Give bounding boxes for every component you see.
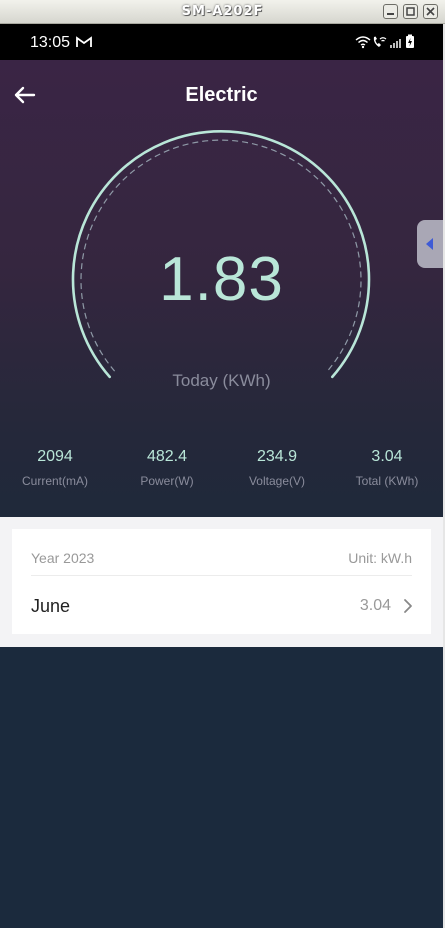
stat-value: 234.9 bbox=[256, 448, 298, 465]
unit-label: Unit: kW.h bbox=[348, 550, 412, 566]
stat-voltage: 234.9 Voltage(V) bbox=[227, 448, 327, 488]
stat-value: 482.4 bbox=[146, 448, 188, 465]
window-title: SM-A202F bbox=[181, 4, 264, 19]
stat-label: Total (KWh) bbox=[355, 474, 419, 488]
maximize-icon bbox=[406, 7, 415, 16]
stat-current: 2094 Current(mA) bbox=[5, 448, 105, 488]
month-row[interactable]: June 3.04 bbox=[12, 576, 431, 634]
stat-total: 3.04 Total (KWh) bbox=[337, 448, 437, 488]
call-wifi-icon bbox=[373, 36, 387, 47]
energy-hero: Electric 1.83 Today (KWh) 2094 Current(m… bbox=[0, 60, 443, 517]
page-title: Electric bbox=[185, 84, 258, 106]
status-time: 13:05 bbox=[30, 34, 71, 51]
signal-icon bbox=[390, 39, 401, 48]
history-card: Year 2023 Unit: kW.h June 3.04 bbox=[12, 529, 431, 634]
today-energy-value: 1.83 bbox=[159, 245, 284, 314]
history-section: Year 2023 Unit: kW.h June 3.04 bbox=[0, 517, 443, 647]
empty-background bbox=[0, 647, 443, 928]
month-value: 3.04 bbox=[359, 597, 391, 614]
status-bar: 13:05 bbox=[0, 24, 445, 60]
stat-label: Power(W) bbox=[140, 474, 194, 488]
stat-power: 482.4 Power(W) bbox=[117, 448, 217, 488]
window-titlebar: SM-A202F bbox=[0, 0, 445, 24]
maximize-button[interactable] bbox=[403, 4, 418, 19]
gmail-icon bbox=[76, 36, 92, 47]
month-label: June bbox=[31, 596, 71, 616]
today-energy-label: Today (KWh) bbox=[172, 371, 271, 390]
minimize-icon bbox=[387, 13, 394, 15]
stat-value: 2094 bbox=[37, 448, 73, 465]
stat-label: Voltage(V) bbox=[248, 474, 306, 488]
triangle-left-icon bbox=[426, 238, 433, 250]
chevron-right-icon bbox=[404, 599, 412, 613]
minimize-button[interactable] bbox=[383, 4, 398, 19]
side-drawer-handle[interactable] bbox=[417, 220, 443, 268]
stat-label: Current(mA) bbox=[21, 474, 88, 488]
close-button[interactable] bbox=[423, 4, 438, 19]
year-label: Year 2023 bbox=[31, 550, 95, 566]
system-status-icons bbox=[355, 34, 414, 49]
close-icon bbox=[426, 7, 435, 16]
battery-icon bbox=[406, 34, 414, 48]
stat-value: 3.04 bbox=[371, 448, 403, 465]
wifi-icon bbox=[355, 36, 371, 46]
